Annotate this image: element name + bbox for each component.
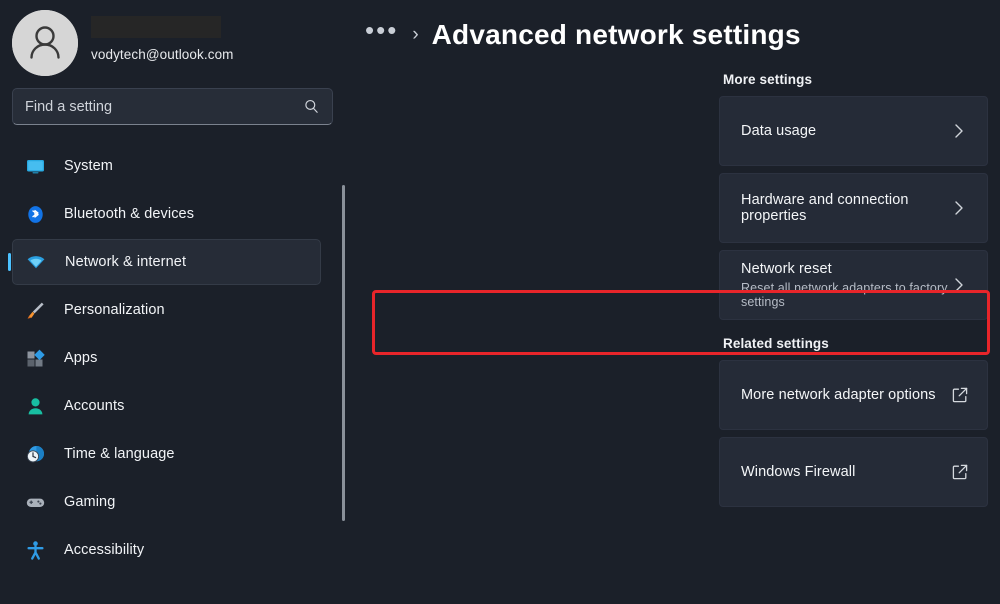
breadcrumb-separator-icon: › [412,24,419,45]
monitor-icon [24,155,46,177]
breadcrumb: ••• › Advanced network settings [345,0,1000,56]
sidebar-item-label: Network & internet [65,254,187,270]
search-input[interactable]: Find a setting [12,88,333,125]
settings-window: vodytech@outlook.com Find a setting Syst… [0,0,1000,604]
section-heading-related-settings: Related settings [723,336,829,351]
breadcrumb-overflow-button[interactable]: ••• [365,17,398,45]
card-texts: More network adapter options [741,387,951,403]
card-texts: Windows Firewall [741,464,951,480]
sidebar-item-label: System [64,158,113,174]
wifi-icon [25,251,47,273]
page-title: Advanced network settings [431,19,801,50]
external-link-icon [952,387,968,403]
sidebar-item-accessibility[interactable]: Accessibility [12,527,321,573]
setting-card-hardware-and-connection-properties[interactable]: Hardware and connection properties [719,173,988,243]
chevron-right-icon [955,278,963,292]
chevron-right-icon [955,201,963,215]
person-icon [24,395,46,417]
sidebar-item-system[interactable]: System [12,143,321,189]
selection-indicator [8,253,11,271]
sidebar: vodytech@outlook.com Find a setting Syst… [0,0,345,604]
card-subtitle: Reset all network adapters to factory se… [741,281,948,309]
search-container: Find a setting [12,88,333,125]
person-avatar-icon [12,10,78,76]
external-link-icon [952,464,968,480]
card-texts: Hardware and connection properties [741,192,949,224]
main-content: ••• › Advanced network settings More set… [345,0,1000,604]
sidebar-item-personalization[interactable]: Personalization [12,287,321,333]
sidebar-item-label: Gaming [64,494,116,510]
card-title: Network reset [741,261,832,277]
apps-icon [24,347,46,369]
card-title: Data usage [741,123,817,139]
paintbrush-icon [24,299,46,321]
setting-card-network-reset[interactable]: Network reset Reset all network adapters… [719,250,988,320]
account-email: vodytech@outlook.com [91,46,234,62]
sidebar-item-accounts[interactable]: Accounts [12,383,321,429]
sidebar-item-label: Personalization [64,302,165,318]
setting-card-more-network-adapter-options[interactable]: More network adapter options [719,360,988,430]
section-heading-more-settings: More settings [723,72,813,87]
search-placeholder: Find a setting [25,98,113,115]
clock-globe-icon [24,443,46,465]
chevron-right-icon [955,124,963,138]
account-text: vodytech@outlook.com [91,10,234,76]
card-texts: Data usage [741,123,949,139]
avatar[interactable] [12,10,78,76]
card-title: More network adapter options [741,387,936,403]
sidebar-item-label: Apps [64,350,98,366]
card-texts: Network reset Reset all network adapters… [741,261,949,309]
accessibility-icon [24,539,46,561]
sidebar-nav: System Bluetooth & devices Network & int… [0,143,345,573]
sidebar-item-gaming[interactable]: Gaming [12,479,321,525]
sidebar-item-label: Bluetooth & devices [64,206,195,222]
bluetooth-icon [24,203,46,225]
sidebar-item-label: Accounts [64,398,125,414]
sidebar-item-apps[interactable]: Apps [12,335,321,381]
gamepad-icon [24,491,46,513]
card-title: Windows Firewall [741,464,856,480]
sidebar-item-bluetooth-devices[interactable]: Bluetooth & devices [12,191,321,237]
sidebar-item-label: Accessibility [64,542,145,558]
setting-card-data-usage[interactable]: Data usage [719,96,988,166]
settings-sections: More settings Data usage Hardware and co… [345,72,1000,507]
account-header[interactable]: vodytech@outlook.com [0,0,345,76]
search-icon[interactable] [303,98,320,115]
sidebar-item-network-internet[interactable]: Network & internet [8,239,321,285]
sidebar-item-time-language[interactable]: Time & language [12,431,321,477]
card-title: Hardware and connection properties [741,192,909,224]
sidebar-item-label: Time & language [64,446,175,462]
setting-card-windows-firewall[interactable]: Windows Firewall [719,437,988,507]
redacted-name-bar [91,16,221,38]
